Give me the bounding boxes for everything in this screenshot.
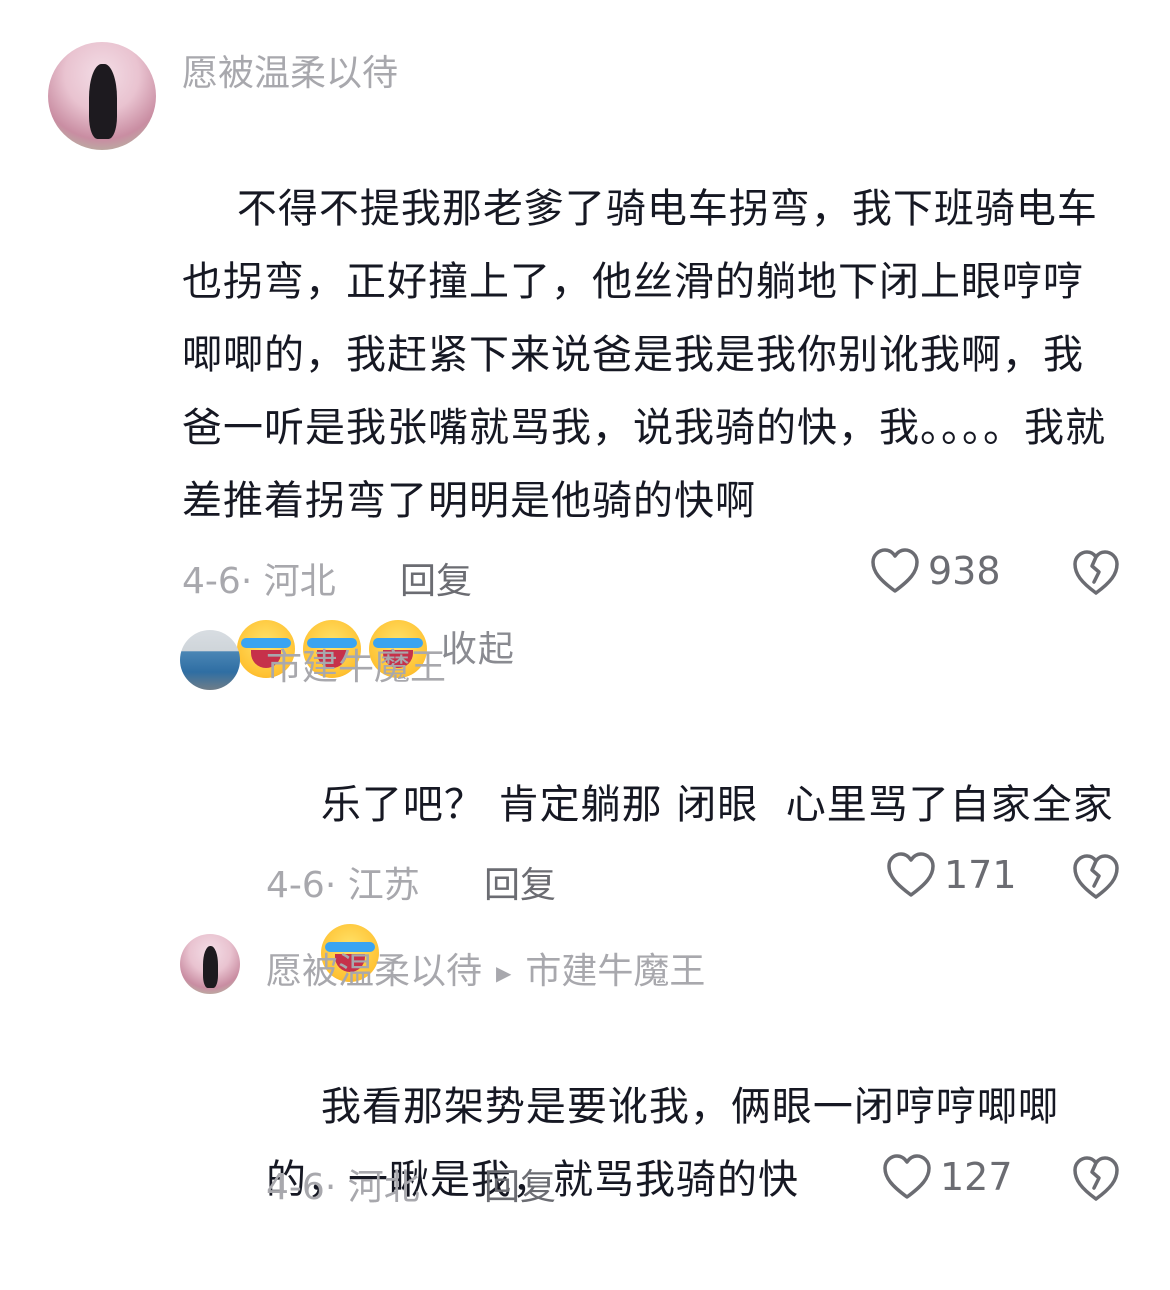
comment-text-body: 不得不提我那老爹了骑电车拐弯，我下班骑电车也拐弯，正好撞上了，他丝滑的躺地下闭上… [182,186,1106,524]
reply-button[interactable]: 回复 [484,856,556,908]
reply-to-username[interactable]: 市建牛魔王 [525,951,705,992]
broken-heart-icon [1073,1156,1119,1201]
meta-separator: · [324,865,337,906]
comment-location: 河北 [347,1167,420,1208]
like-button[interactable]: 171 [886,852,1017,898]
avatar[interactable] [48,42,156,150]
like-count: 938 [928,549,1001,593]
comment-meta: 4-6· 江苏 [266,856,420,908]
broken-heart-icon [1073,854,1119,899]
comment-meta: 4-6· 河北 [266,1158,420,1210]
comment-username[interactable]: 愿被温柔以待 [266,951,482,992]
dislike-button[interactable] [1072,550,1120,596]
comment-username-line: 愿被温柔以待 ▶ 市建牛魔王 [266,942,705,994]
reply-arrow-icon: ▶ [496,961,512,985]
broken-heart-icon [1073,550,1119,595]
dislike-button[interactable] [1072,1156,1120,1202]
heart-icon [871,548,919,593]
reply-button[interactable]: 回复 [400,552,472,604]
comment-date: 4-6 [182,561,241,602]
comment-meta: 4-6· 河北 [182,552,336,604]
comment-date: 4-6 [266,1167,325,1208]
comment-username[interactable]: 愿被温柔以待 [182,44,398,96]
comment-location: 江苏 [347,865,420,906]
comment-location: 河北 [263,561,336,602]
collapse-button[interactable]: 收起 [441,629,515,670]
avatar[interactable] [180,630,240,690]
meta-separator: · [324,1167,337,1208]
heart-icon [883,1154,931,1199]
avatar[interactable] [180,934,240,994]
comment-username[interactable]: 市建牛魔王 [266,638,446,690]
reply-button[interactable]: 回复 [484,1158,556,1210]
like-button[interactable]: 127 [882,1154,1013,1200]
comment-text-body: 乐了吧？ 肯定躺那 闭眼 心里骂了自家全家 [320,782,1114,828]
comment-date: 4-6 [266,865,325,906]
dislike-button[interactable] [1072,854,1120,900]
comment-text: 我看那架势是要讹我，俩眼一闭哼哼唧唧的，一瞅是我，就骂我骑的快 [266,998,1066,1290]
heart-icon [887,852,935,897]
like-count: 127 [940,1155,1013,1199]
meta-separator: · [240,561,253,602]
like-button[interactable]: 938 [870,548,1001,594]
like-count: 171 [944,853,1017,897]
